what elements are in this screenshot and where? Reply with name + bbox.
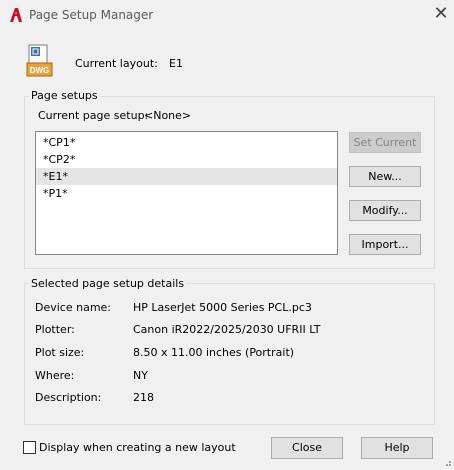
plot-size-value: 8.50 x 11.00 inches (Portrait) [133,346,295,359]
page-setup-item[interactable]: *CP2* [36,151,337,168]
page-setups-listbox[interactable]: *CP1* *CP2* *E1* *P1* [35,131,338,255]
device-name-label: Device name: [35,301,112,314]
plotter-label: Plotter: [35,323,75,336]
current-layout-label: Current layout: [75,57,158,70]
window-title: Page Setup Manager [29,8,154,22]
resize-grip-icon[interactable] [438,455,452,467]
close-button[interactable]: Close [271,437,343,459]
dwg-icon-text: DWG [30,66,50,75]
new-button[interactable]: New... [349,166,421,187]
modify-button[interactable]: Modify... [349,200,421,221]
description-value: 218 [133,391,154,404]
description-label: Description: [35,391,102,404]
import-button[interactable]: Import... [349,234,421,255]
page-setup-item[interactable]: *P1* [36,185,337,202]
plotter-value: Canon iR2022/2025/2030 UFRII LT [133,323,321,336]
where-value: NY [133,369,148,382]
where-label: Where: [35,369,75,382]
current-page-setup-value: <None> [144,109,192,122]
page-setups-group-label: Page setups [29,89,100,102]
display-on-new-layout-checkbox[interactable] [23,441,36,454]
current-page-setup-label: Current page setup: [38,109,149,122]
display-on-new-layout-label[interactable]: Display when creating a new layout [39,441,236,454]
device-name-value: HP LaserJet 5000 Series PCL.pc3 [133,301,312,314]
set-current-button[interactable]: Set Current [349,132,421,153]
close-icon[interactable]: ✕ [430,4,452,26]
autocad-a-icon [9,7,23,23]
page-setup-item[interactable]: *CP1* [36,134,337,151]
page-setup-item-selected[interactable]: *E1* [36,168,337,185]
dwg-file-icon: DWG [26,44,53,77]
current-layout-value: E1 [169,57,183,70]
plot-size-label: Plot size: [35,346,85,359]
details-group-label: Selected page setup details [29,277,187,290]
help-button[interactable]: Help [361,437,433,459]
